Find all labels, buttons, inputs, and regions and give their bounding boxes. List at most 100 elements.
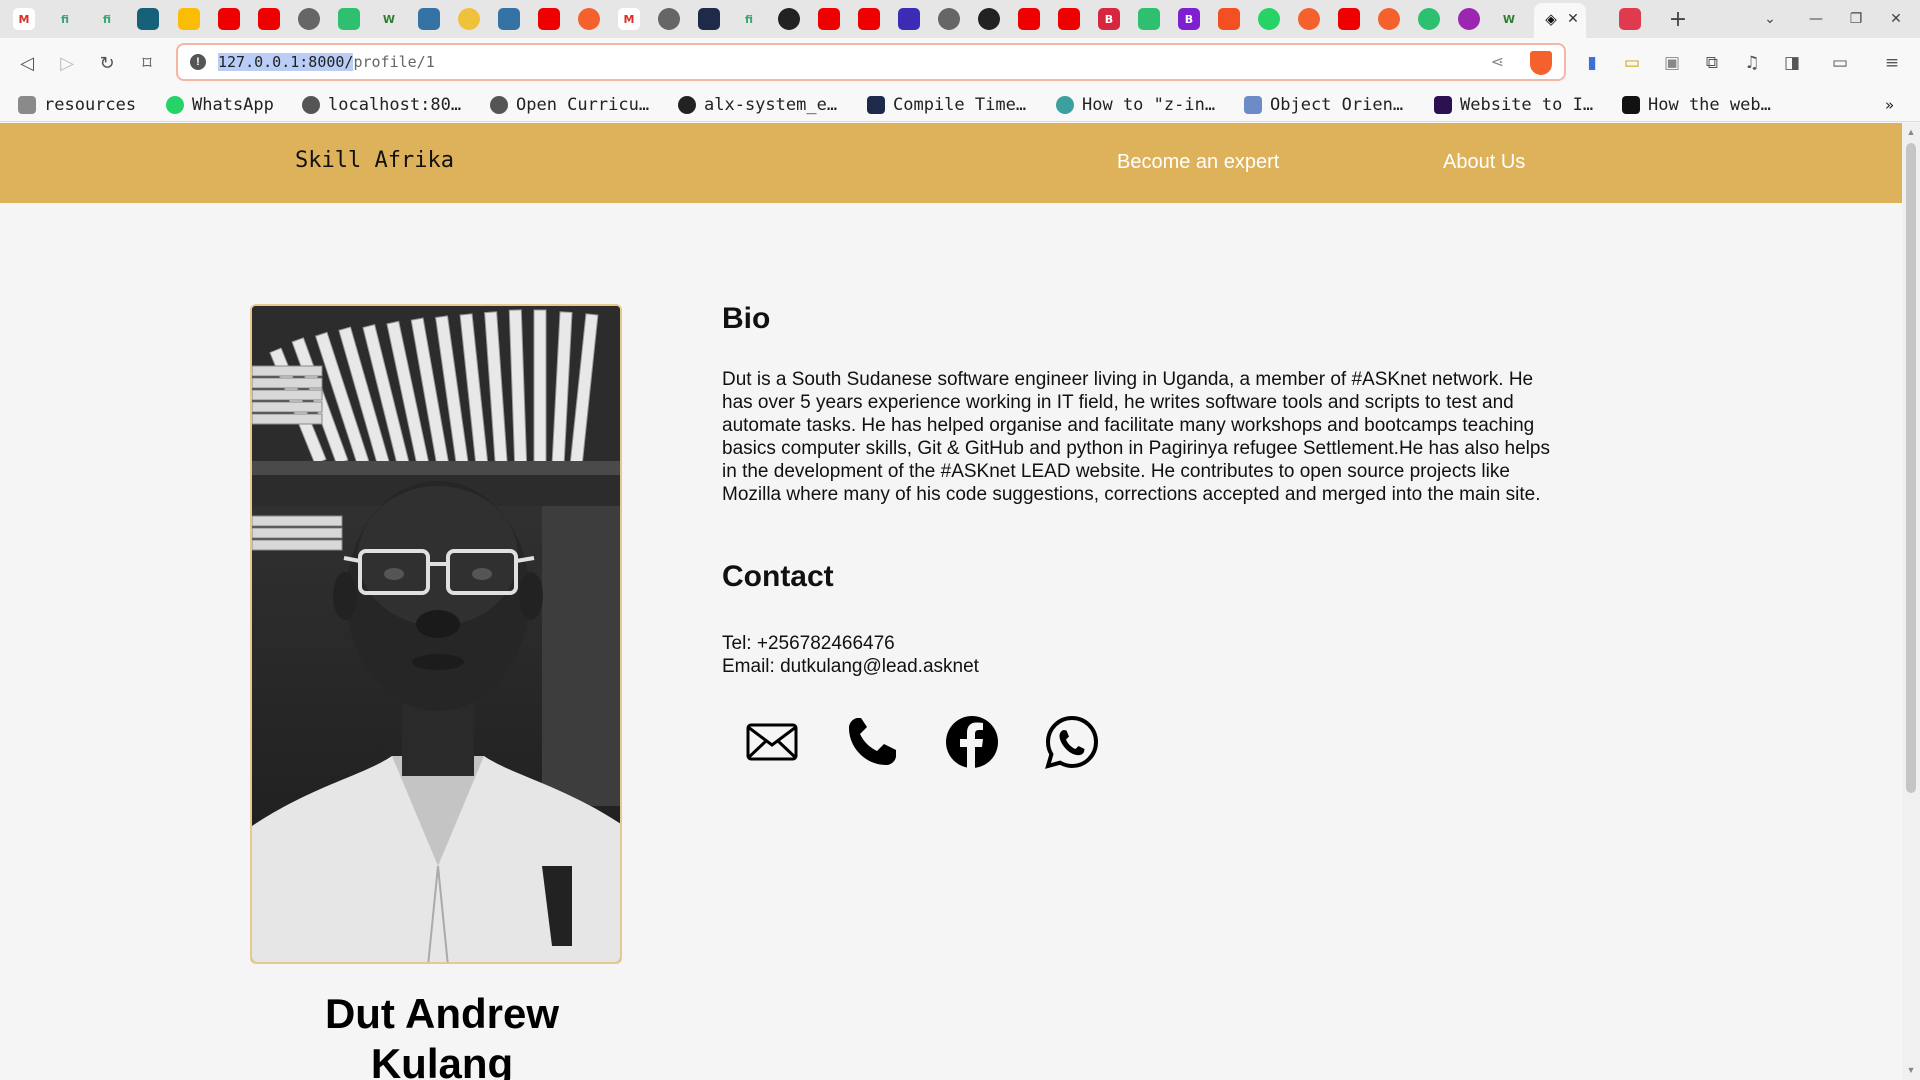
phone-icon[interactable] [844, 714, 900, 770]
wallet-icon[interactable]: ▭ [1827, 50, 1853, 76]
extensions-puzzle-icon[interactable]: ⧉ [1699, 50, 1725, 76]
globe-icon [490, 96, 508, 114]
bookmarks-overflow-icon[interactable]: » [1885, 94, 1894, 116]
menu-icon[interactable]: ≡ [1879, 50, 1905, 76]
tab-list-chevron-icon[interactable]: ⌄ [1757, 6, 1783, 32]
back-icon[interactable]: ◁ [14, 50, 40, 76]
tab-app-icon[interactable] [1298, 8, 1320, 30]
bookmark-whatsapp[interactable]: WhatsApp [166, 94, 274, 116]
nav-link-become-expert[interactable]: Become an expert [1117, 151, 1279, 174]
tab-github-icon[interactable] [978, 8, 1000, 30]
tab-youtube-icon[interactable] [1058, 8, 1080, 30]
facebook-icon-svg [946, 716, 998, 768]
tab-close-icon[interactable]: ✕ [1562, 8, 1584, 30]
tab-app-icon[interactable] [698, 8, 720, 30]
extension-icon[interactable]: ▣ [1659, 50, 1685, 76]
bookmark-open-curriculum[interactable]: Open Curricu… [490, 94, 649, 116]
tab-brave-icon[interactable] [578, 8, 600, 30]
address-bar[interactable]: ! 127.0.0.1:8000/profile/1 ⋖ [176, 43, 1566, 81]
brave-shields-icon[interactable] [1530, 51, 1552, 75]
tab-python-icon[interactable] [418, 8, 440, 30]
site-info-icon[interactable]: ! [190, 54, 206, 70]
tab-app-icon[interactable] [458, 8, 480, 30]
media-icon[interactable]: ♫ [1739, 50, 1765, 76]
tab-globe-icon[interactable] [938, 8, 960, 30]
tab-b-icon[interactable]: B [1178, 8, 1200, 30]
envelope-icon-svg [746, 723, 798, 761]
new-tab-icon[interactable]: + [1665, 6, 1691, 32]
bookmark-object-oriented[interactable]: Object Orien… [1244, 94, 1403, 116]
tab-app-icon[interactable] [1418, 8, 1440, 30]
medium-icon [1622, 96, 1640, 114]
tab-app-icon[interactable] [1138, 8, 1160, 30]
bookmark-localhost[interactable]: localhost:80… [302, 94, 461, 116]
scrollbar[interactable]: ▲ ▼ [1902, 123, 1920, 1080]
bookmark-compile-time[interactable]: Compile Time… [867, 94, 1026, 116]
forward-icon[interactable]: ▷ [54, 50, 80, 76]
tab-w-icon[interactable]: W [378, 8, 400, 30]
scroll-down-icon[interactable]: ▼ [1906, 1065, 1916, 1075]
tab-youtube-icon[interactable] [1338, 8, 1360, 30]
close-window-icon[interactable]: ✕ [1883, 6, 1909, 32]
facebook-icon[interactable] [944, 714, 1000, 770]
tab-drive-icon[interactable] [178, 8, 200, 30]
contact-heading: Contact [722, 560, 834, 593]
tab-fi-icon[interactable]: fi [96, 8, 118, 30]
github-icon [678, 96, 696, 114]
tab-chart-icon[interactable] [137, 8, 159, 30]
tab-app-icon[interactable] [1378, 8, 1400, 30]
bookmark-icon[interactable]: ⌑ [134, 50, 160, 76]
bookmark-label: WhatsApp [192, 95, 274, 115]
minimize-icon[interactable]: — [1803, 6, 1829, 32]
extension-icon[interactable]: ▭ [1619, 50, 1645, 76]
bio-text: Dut is a South Sudanese software enginee… [722, 369, 1550, 505]
contact-email: Email: dutkulang@lead.asknet [722, 656, 979, 677]
tab-gmail-icon[interactable]: M [618, 8, 640, 30]
tab-b-icon[interactable]: B [1098, 8, 1120, 30]
bookmark-website-to[interactable]: Website to I… [1434, 94, 1593, 116]
tab-github-icon[interactable] [778, 8, 800, 30]
profile-photo-image [252, 306, 620, 962]
tab-fi-icon[interactable]: fi [54, 8, 76, 30]
tab-app-icon[interactable] [898, 8, 920, 30]
tab-gmail-icon[interactable]: M [13, 8, 35, 30]
scrollbar-thumb[interactable] [1906, 143, 1916, 793]
bookmark-folder-resources[interactable]: resources [18, 94, 136, 116]
tab-globe-icon[interactable] [658, 8, 680, 30]
tab-app-icon[interactable] [338, 8, 360, 30]
tab-app-icon[interactable] [1619, 8, 1641, 30]
tab-microsoft-icon[interactable] [1218, 8, 1240, 30]
tab-globe-icon[interactable] [298, 8, 320, 30]
n-logo-icon [1434, 96, 1452, 114]
restore-icon[interactable]: ❐ [1843, 6, 1869, 32]
tab-youtube-icon[interactable] [818, 8, 840, 30]
tab-youtube-icon[interactable] [1018, 8, 1040, 30]
site-icon [1056, 96, 1074, 114]
share-icon[interactable]: ⋖ [1491, 52, 1504, 71]
bookmark-how-the-web[interactable]: How the web… [1622, 94, 1771, 116]
navigation-bar: ◁ ▷ ↻ ⌑ ! 127.0.0.1:8000/profile/1 ⋖ ▮ ▭… [0, 38, 1920, 86]
tab-app-icon[interactable] [1258, 8, 1280, 30]
side-panel-icon[interactable]: ◨ [1779, 50, 1805, 76]
sidebar-toggle-icon[interactable]: ▮ [1579, 50, 1605, 76]
bookmark-z-index[interactable]: How to "z-in… [1056, 94, 1215, 116]
site-brand[interactable]: Skill Afrika [295, 148, 454, 173]
active-tab[interactable]: ◈ ✕ [1534, 3, 1586, 38]
bookmark-alx-system[interactable]: alx-system_e… [678, 94, 837, 116]
page-viewport: Skill Afrika Become an expert About Us D… [0, 123, 1902, 1080]
nav-link-about-us[interactable]: About Us [1443, 151, 1525, 174]
tab-youtube-icon[interactable] [538, 8, 560, 30]
scroll-up-icon[interactable]: ▲ [1906, 127, 1916, 137]
reload-icon[interactable]: ↻ [94, 50, 120, 76]
tab-w-icon[interactable]: W [1498, 8, 1520, 30]
envelope-icon[interactable] [744, 714, 800, 770]
url-text[interactable]: 127.0.0.1:8000/profile/1 [218, 53, 435, 71]
tab-youtube-icon[interactable] [858, 8, 880, 30]
whatsapp-icon[interactable] [1044, 714, 1100, 770]
tab-python-icon[interactable] [498, 8, 520, 30]
tab-app-icon[interactable] [1458, 8, 1480, 30]
tab-fi-icon[interactable]: fi [738, 8, 760, 30]
tab-youtube-icon[interactable] [258, 8, 280, 30]
tab-youtube-icon[interactable] [218, 8, 240, 30]
bookmark-label: How the web… [1648, 95, 1771, 115]
